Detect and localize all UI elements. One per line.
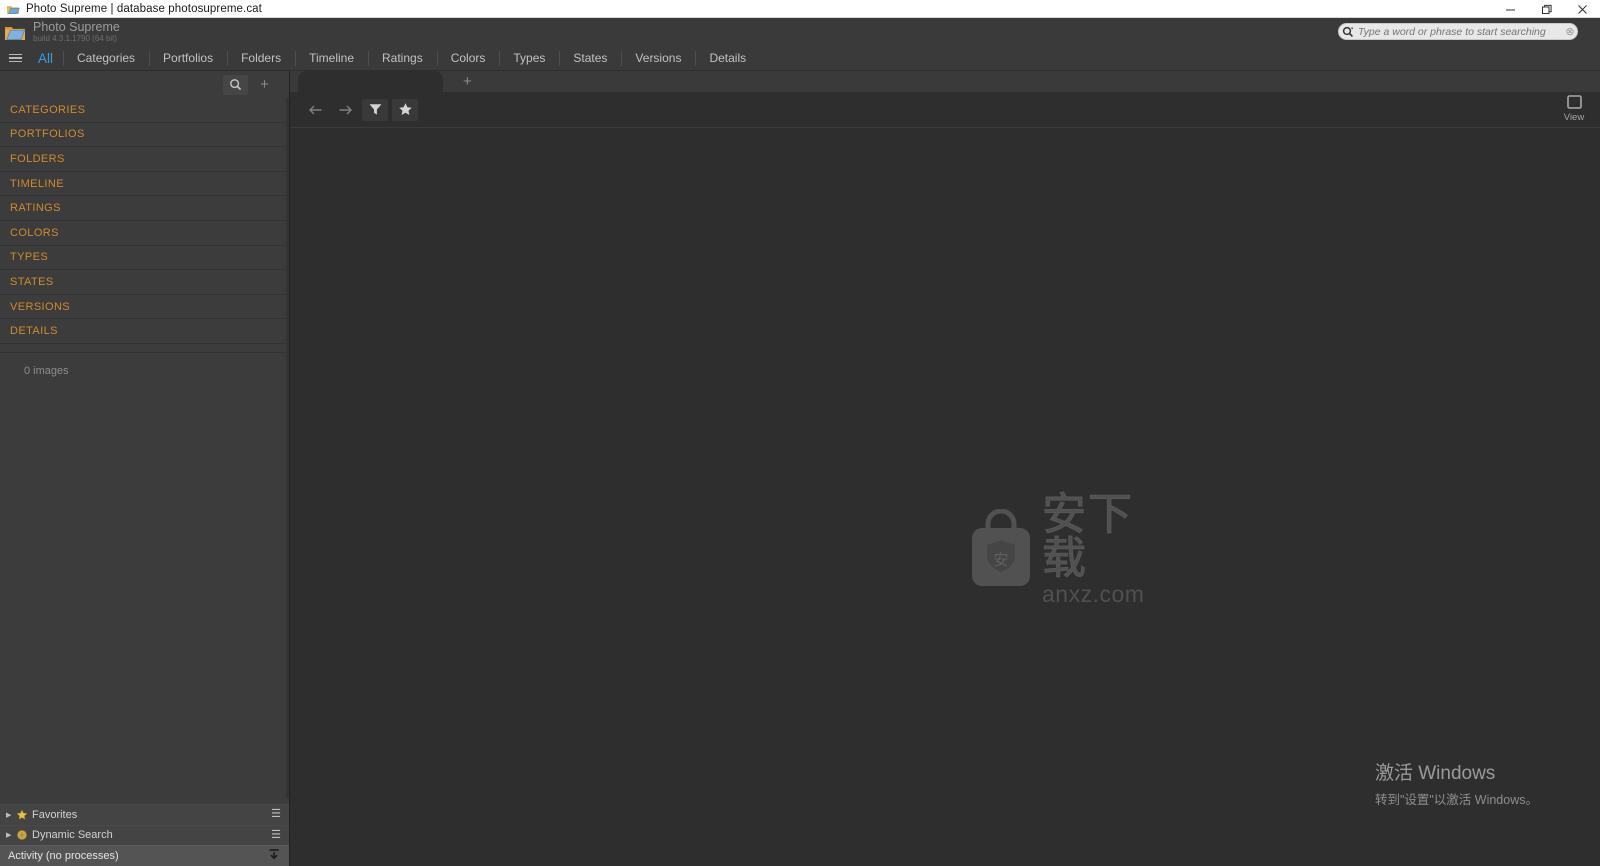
triangle-right-icon[interactable]: ▶	[6, 811, 16, 819]
app-header: Photo Supreme build 4.3.1.1790 (64 bit) …	[0, 18, 1600, 46]
sidebar-item-label: DETAILS	[10, 325, 58, 338]
sidebar-panel-list: CATEGORIES PORTFOLIOS FOLDERS TIMELINE R…	[0, 98, 289, 804]
site-watermark: 安 安下载 anxz.com	[966, 492, 1178, 605]
view-button[interactable]: View	[1554, 94, 1594, 126]
sidebar-item-versions[interactable]: VERSIONS	[0, 295, 289, 320]
sidebar-item-label: FOLDERS	[10, 152, 65, 165]
app-build: build 4.3.1.1790 (64 bit)	[33, 33, 118, 43]
left-sidebar: + CATEGORIES PORTFOLIOS FOLDERS TIMELINE…	[0, 71, 290, 866]
sidebar-toolbar: +	[0, 71, 289, 98]
sidebar-favorites-label: Favorites	[32, 808, 78, 821]
nav-item-states[interactable]: States	[559, 46, 621, 71]
list-menu-icon[interactable]: ☰	[271, 829, 281, 841]
list-menu-icon[interactable]: ☰	[271, 809, 281, 820]
global-search[interactable]: ⊗	[1338, 23, 1578, 40]
filter-button[interactable]	[362, 98, 388, 121]
images-count-label: 0 images	[24, 364, 69, 377]
windows-activation-watermark: 激活 Windows 转到"设置"以激活 Windows。	[1375, 758, 1538, 808]
rating-filter-button[interactable]	[392, 98, 418, 121]
sidebar-bottom-section: ▶ Favorites ☰ ▶ Dynamic Search ☰ Activit…	[0, 804, 289, 866]
sidebar-item-label: VERSIONS	[10, 300, 71, 313]
window-title-text: Photo Supreme | database photosupreme.ca…	[26, 2, 262, 15]
nav-item-folders[interactable]: Folders	[227, 46, 295, 71]
window-title-bar: Photo Supreme | database photosupreme.ca…	[0, 0, 1600, 18]
window-controls	[1492, 0, 1600, 18]
sidebar-item-label: CATEGORIES	[10, 103, 86, 116]
thumbnail-canvas[interactable]: 安 安下载 anxz.com 激活 Windows 转到"设置"以激活 Wind…	[290, 128, 1600, 866]
hamburger-menu-icon[interactable]	[4, 53, 26, 63]
forward-button[interactable]	[332, 99, 358, 121]
watermark-text: 安下载 anxz.com	[1042, 488, 1178, 607]
sidebar-item-folders[interactable]: FOLDERS	[0, 147, 289, 172]
watermark-domain: anxz.com	[1042, 580, 1145, 607]
sidebar-item-details[interactable]: DETAILS	[0, 319, 289, 344]
nav-item-colors[interactable]: Colors	[436, 46, 500, 71]
sidebar-item-portfolios[interactable]: PORTFOLIOS	[0, 123, 289, 148]
activity-label: Activity (no processes)	[8, 850, 119, 862]
collapse-down-icon[interactable]	[267, 848, 281, 865]
search-icon	[1339, 23, 1356, 40]
photo-supreme-icon	[6, 2, 20, 16]
triangle-right-icon[interactable]: ▶	[6, 831, 16, 839]
nav-item-ratings[interactable]: Ratings	[368, 46, 437, 71]
sidebar-item-label: RATINGS	[10, 202, 61, 215]
content-toolbar: View	[290, 92, 1600, 128]
sidebar-item-favorites[interactable]: ▶ Favorites ☰	[0, 804, 289, 825]
star-icon	[16, 809, 32, 821]
maximize-button[interactable]	[1528, 0, 1564, 18]
clear-icon[interactable]: ⊗	[1563, 23, 1577, 40]
svg-text:安: 安	[993, 551, 1008, 569]
sidebar-item-states[interactable]: STATES	[0, 270, 289, 295]
sidebar-item-label: TYPES	[10, 251, 49, 264]
watermark-cn-text: 安下载	[1042, 488, 1134, 584]
shield-bag-icon: 安	[966, 508, 1036, 589]
nav-item-details[interactable]: Details	[695, 46, 760, 71]
main-body: + CATEGORIES PORTFOLIOS FOLDERS TIMELINE…	[0, 71, 1600, 866]
activation-line-1: 激活 Windows	[1374, 763, 1496, 784]
view-button-label: View	[1563, 112, 1585, 123]
sidebar-search-icon[interactable]	[223, 74, 248, 95]
sidebar-item-dynamic-search[interactable]: ▶ Dynamic Search ☰	[0, 824, 289, 845]
app-name: Photo Supreme	[33, 20, 120, 35]
sidebar-item-label: TIMELINE	[10, 177, 64, 190]
sidebar-scrollbar[interactable]	[286, 98, 289, 798]
activation-line-2: 转到"设置"以激活 Windows。	[1374, 793, 1538, 807]
back-button[interactable]	[302, 99, 328, 121]
nav-item-portfolios[interactable]: Portfolios	[149, 46, 227, 71]
search-input[interactable]	[1356, 25, 1563, 38]
sidebar-item-types[interactable]: TYPES	[0, 246, 289, 271]
photo-supreme-logo	[4, 22, 26, 43]
activity-status-bar: Activity (no processes)	[0, 845, 289, 866]
close-button[interactable]	[1564, 0, 1600, 18]
sidebar-item-categories[interactable]: CATEGORIES	[0, 98, 289, 123]
sidebar-item-label: COLORS	[10, 226, 59, 239]
brand-block: Photo Supreme build 4.3.1.1790 (64 bit)	[33, 21, 120, 43]
sidebar-dynamic-search-label: Dynamic Search	[32, 829, 113, 842]
sidebar-item-ratings[interactable]: RATINGS	[0, 196, 289, 221]
nav-item-versions[interactable]: Versions	[621, 46, 695, 71]
nav-item-categories[interactable]: Categories	[63, 46, 149, 71]
sidebar-add-panel-icon[interactable]: +	[252, 75, 277, 95]
sidebar-item-colors[interactable]: COLORS	[0, 221, 289, 246]
add-tab-icon[interactable]: +	[463, 71, 472, 92]
nav-item-types[interactable]: Types	[499, 46, 559, 71]
tab-strip: +	[290, 71, 1600, 92]
sidebar-item-label: PORTFOLIOS	[10, 128, 85, 141]
sidebar-item-timeline[interactable]: TIMELINE	[0, 172, 289, 197]
content-area: + View 安 安下载 anxz.com 激活 Windows 转到"设置"以…	[290, 71, 1600, 866]
minimize-button[interactable]	[1492, 0, 1528, 18]
main-navigation: All Categories Portfolios Folders Timeli…	[0, 46, 1600, 71]
tab-active[interactable]	[298, 71, 443, 92]
nav-item-all[interactable]: All	[30, 46, 63, 71]
dynamic-search-icon	[16, 829, 32, 841]
sidebar-item-label: STATES	[10, 275, 54, 288]
nav-item-timeline[interactable]: Timeline	[295, 46, 368, 71]
